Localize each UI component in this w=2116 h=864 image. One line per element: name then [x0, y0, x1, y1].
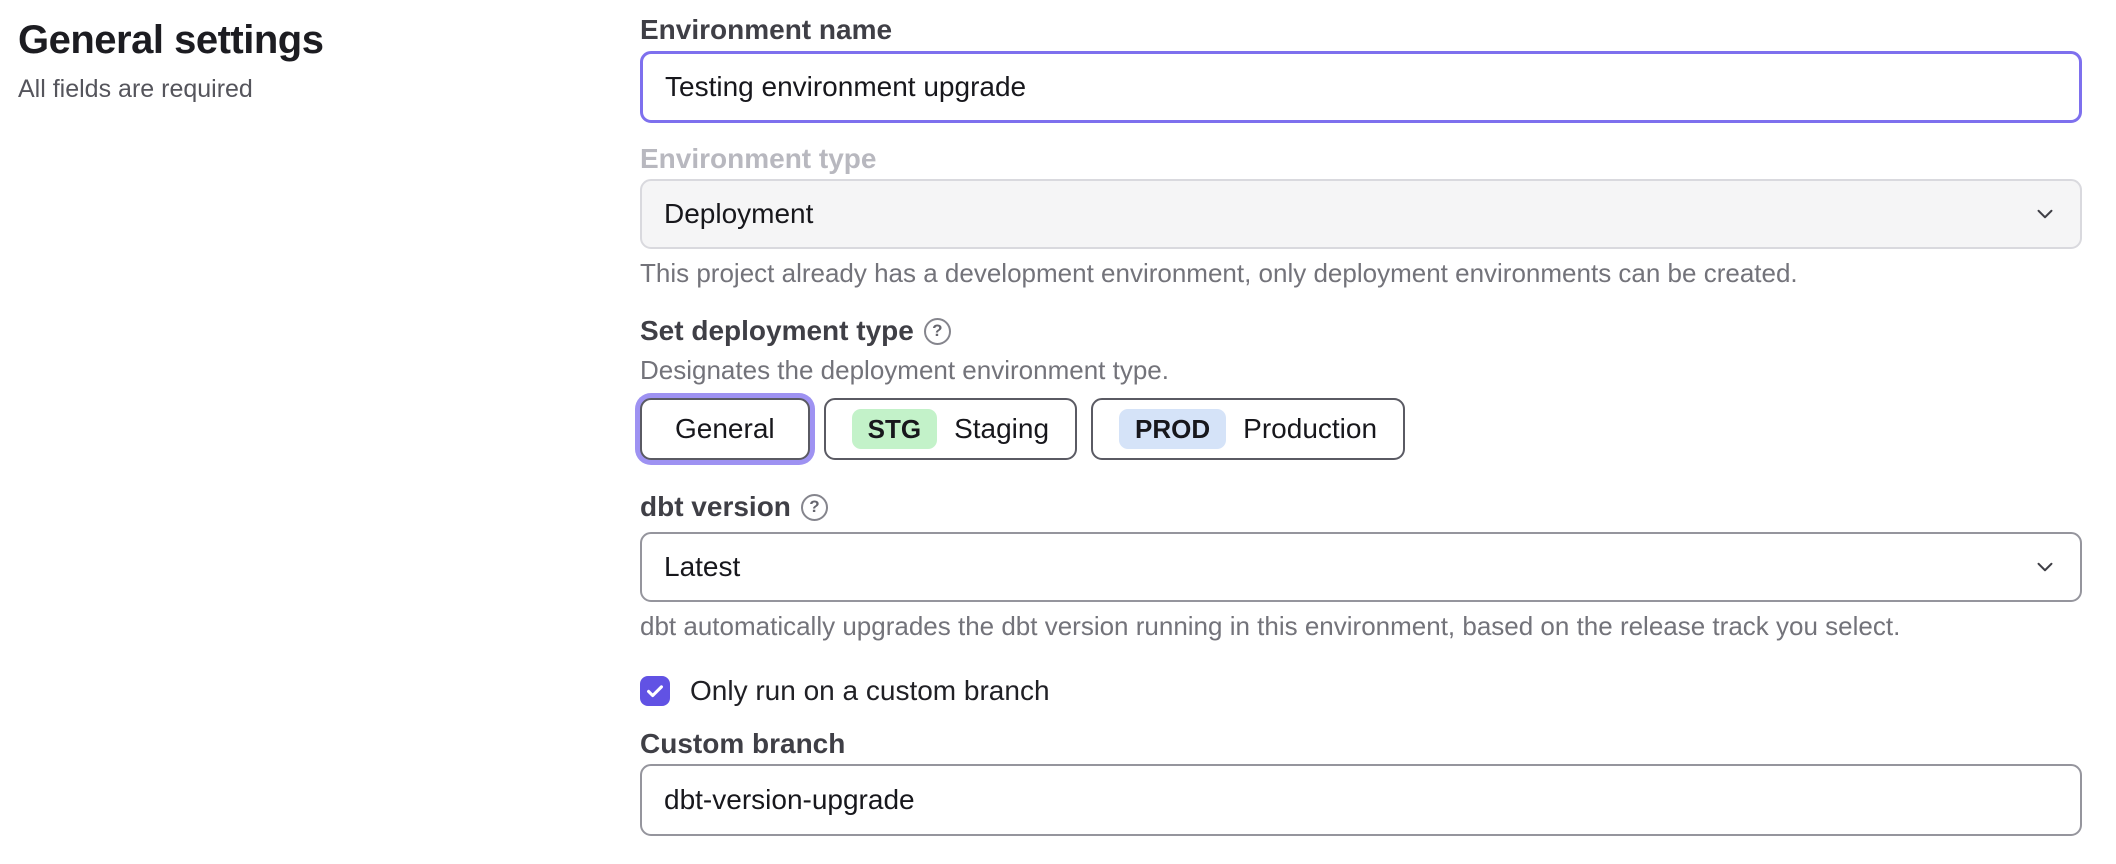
dbt-version-label-row: dbt version ? [640, 493, 2082, 521]
environment-type-helper: This project already has a development e… [640, 259, 2082, 287]
chevron-down-icon [2032, 554, 2058, 580]
general-settings-page: General settings All fields are required… [0, 0, 2116, 864]
environment-type-select[interactable]: Deployment [640, 179, 2082, 249]
deployment-type-label: Set deployment type [640, 317, 914, 345]
page-subtitle: All fields are required [18, 74, 578, 104]
deployment-type-option-production[interactable]: PROD Production [1091, 398, 1405, 460]
help-icon[interactable]: ? [801, 494, 828, 521]
staging-badge: STG [852, 409, 937, 449]
production-badge: PROD [1119, 409, 1226, 449]
deployment-type-option-general-label: General [675, 413, 775, 445]
environment-type-value: Deployment [664, 198, 813, 230]
deployment-type-option-production-label: Production [1243, 413, 1377, 445]
heading-column: General settings All fields are required [18, 16, 578, 104]
custom-branch-checkbox-row: Only run on a custom branch [640, 676, 2082, 706]
deployment-type-options: General STG Staging PROD Production [640, 398, 2082, 460]
dbt-version-value: Latest [664, 551, 740, 583]
deployment-type-option-staging-label: Staging [954, 413, 1049, 445]
environment-name-label: Environment name [640, 16, 2082, 44]
custom-branch-label: Custom branch [640, 730, 2082, 758]
deployment-type-option-general[interactable]: General [640, 398, 810, 460]
environment-name-input[interactable] [640, 51, 2082, 123]
deployment-type-label-row: Set deployment type ? [640, 317, 2082, 345]
dbt-version-helper: dbt automatically upgrades the dbt versi… [640, 612, 2082, 640]
chevron-down-icon [2032, 201, 2058, 227]
page-title: General settings [18, 16, 578, 64]
check-icon [644, 680, 666, 702]
help-icon[interactable]: ? [924, 318, 951, 345]
custom-branch-checkbox[interactable] [640, 676, 670, 706]
deployment-type-option-staging[interactable]: STG Staging [824, 398, 1077, 460]
settings-form: Environment name Environment type Deploy… [640, 0, 2082, 836]
dbt-version-select[interactable]: Latest [640, 532, 2082, 602]
environment-type-label: Environment type [640, 145, 2082, 173]
custom-branch-input[interactable] [640, 764, 2082, 836]
dbt-version-label: dbt version [640, 493, 791, 521]
custom-branch-checkbox-label[interactable]: Only run on a custom branch [690, 675, 1050, 707]
deployment-type-description: Designates the deployment environment ty… [640, 356, 2082, 384]
